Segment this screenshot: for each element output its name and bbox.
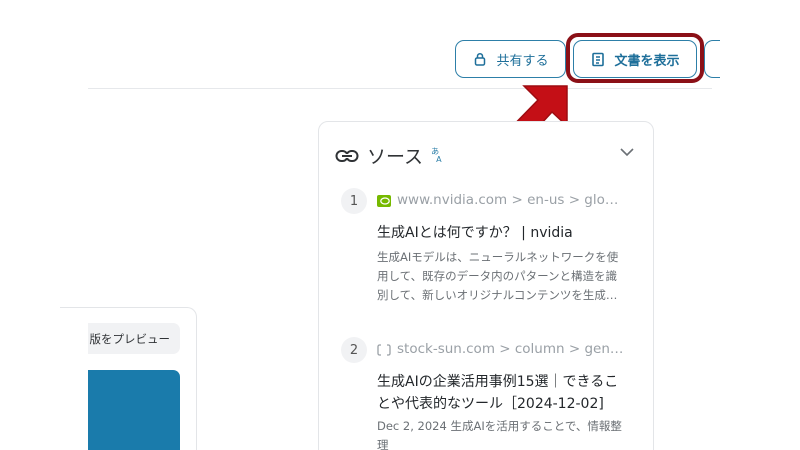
sources-header[interactable]: ソース あ A bbox=[335, 142, 442, 169]
document-thumbnail[interactable] bbox=[88, 370, 180, 450]
view-document-button[interactable]: 文書を表示 bbox=[573, 40, 697, 78]
share-button-label: 共有する bbox=[496, 53, 549, 69]
more-button[interactable] bbox=[704, 40, 720, 78]
generic-favicon-icon bbox=[377, 344, 391, 356]
nvidia-favicon-icon bbox=[377, 195, 391, 207]
sources-panel: ソース あ A 1 www.nvidia.com > en-us > gloss… bbox=[318, 121, 654, 450]
source-snippet: 生成AIモデルは、ニューラルネットワークを使用して、既存のデータ内のパターンと構… bbox=[377, 250, 619, 302]
source-title[interactable]: 生成AIの企業活用事例15選｜できることや代表的なツール［2024-12-02] bbox=[377, 371, 625, 415]
view-document-label: 文書を表示 bbox=[614, 53, 680, 69]
document-icon bbox=[590, 51, 606, 67]
source-url[interactable]: stock-sun.com > column > generative-ai bbox=[397, 341, 625, 357]
link-icon bbox=[335, 147, 359, 165]
source-title[interactable]: 生成AIとは何ですか？ | nvidia bbox=[377, 222, 625, 244]
lock-icon bbox=[472, 51, 488, 67]
source-number: 1 bbox=[341, 188, 367, 214]
chevron-down-icon[interactable] bbox=[619, 144, 635, 160]
translate-icon[interactable]: あ A bbox=[431, 147, 441, 164]
source-url[interactable]: www.nvidia.com > en-us > glossary > gene… bbox=[397, 192, 625, 208]
sources-title: ソース bbox=[367, 146, 424, 168]
share-button[interactable]: 共有する bbox=[455, 40, 566, 78]
preview-button[interactable]: 版をプレビュー bbox=[88, 323, 180, 354]
header-divider bbox=[88, 88, 712, 89]
source-snippet: Dec 2, 2024 生成AIを活用することで、情報整理 bbox=[377, 419, 622, 450]
source-number: 2 bbox=[341, 337, 367, 363]
